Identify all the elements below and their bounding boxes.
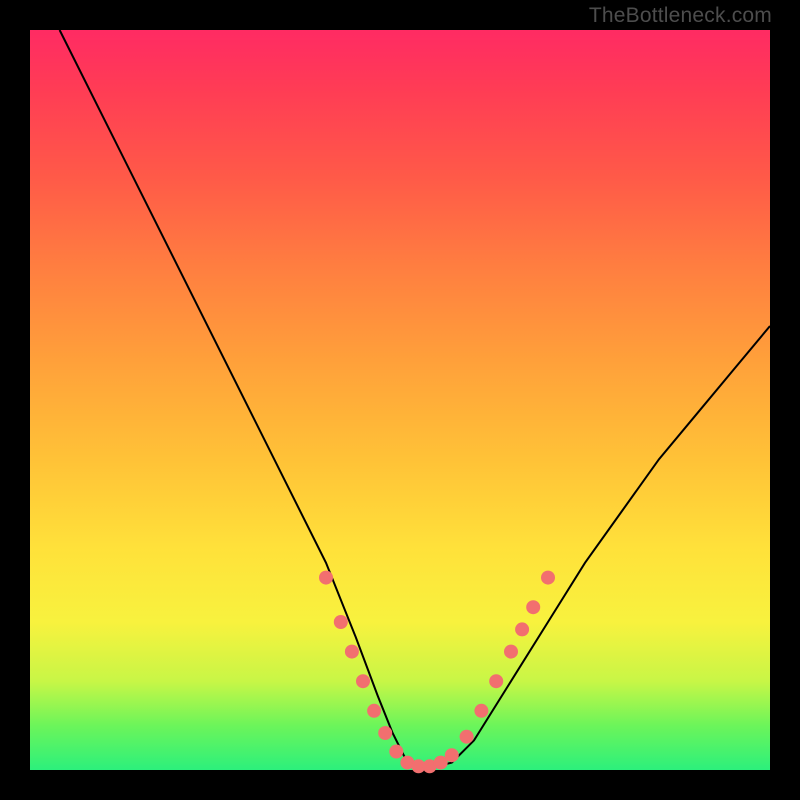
marker-dot	[378, 726, 392, 740]
marker-dot	[504, 645, 518, 659]
marker-dot	[367, 704, 381, 718]
marker-dot	[356, 674, 370, 688]
chart-frame: TheBottleneck.com	[0, 0, 800, 800]
chart-svg	[30, 30, 770, 770]
marker-dot	[541, 571, 555, 585]
marker-dot	[389, 745, 403, 759]
marker-dot	[345, 645, 359, 659]
marker-dot	[515, 622, 529, 636]
marker-dot	[319, 571, 333, 585]
marker-dot	[474, 704, 488, 718]
marker-dot	[334, 615, 348, 629]
highlighted-points	[319, 571, 555, 774]
bottleneck-curve	[60, 30, 770, 766]
marker-dot	[489, 674, 503, 688]
marker-dot	[445, 748, 459, 762]
plot-area	[30, 30, 770, 770]
watermark-text: TheBottleneck.com	[589, 4, 772, 28]
marker-dot	[460, 730, 474, 744]
marker-dot	[526, 600, 540, 614]
